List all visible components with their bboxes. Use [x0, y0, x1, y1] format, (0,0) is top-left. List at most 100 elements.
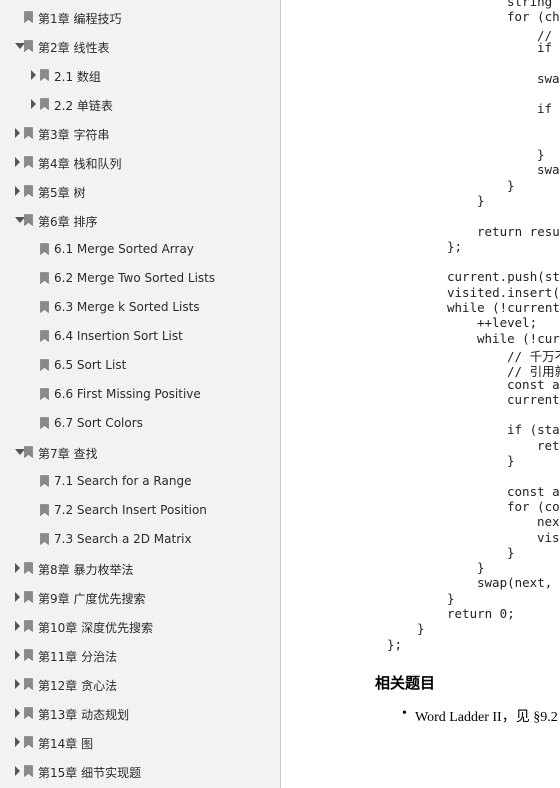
- chevron-right-icon[interactable]: [15, 563, 20, 573]
- chevron-right-icon[interactable]: [15, 128, 20, 138]
- bookmark-label: 6.2 Merge Two Sorted Lists: [54, 271, 216, 285]
- code-line: swap(next, c: [477, 575, 560, 591]
- bookmark-label: 6.4 Insertion Sort List: [54, 329, 183, 343]
- bookmark-icon: [24, 446, 33, 458]
- bookmark-icon: [40, 272, 49, 284]
- code-line: string n: [507, 0, 560, 9]
- bookmark-icon: [24, 127, 33, 139]
- bookmark-item[interactable]: 第1章 编程技巧: [0, 3, 280, 32]
- code-line: return resul: [477, 223, 560, 239]
- bookmark-label: 第4章 栈和队列: [38, 157, 122, 171]
- code-line: for (con: [507, 498, 560, 514]
- bookmark-label: 7.3 Search a 2D Matrix: [54, 532, 192, 546]
- bookmark-icon: [24, 591, 33, 603]
- bookmark-icon: [40, 98, 49, 110]
- bookmark-label: 第15章 细节实现题: [38, 766, 142, 780]
- bookmark-item[interactable]: 第13章 动态规划: [0, 699, 280, 728]
- chevron-right-icon[interactable]: [31, 70, 36, 80]
- bookmark-item[interactable]: 第12章 贪心法: [0, 670, 280, 699]
- bookmark-icon: [24, 649, 33, 661]
- code-line: if (: [537, 101, 560, 117]
- bookmark-icon: [24, 736, 33, 748]
- bookmark-label: 7.1 Search for a Range: [54, 474, 192, 488]
- bookmark-icon: [40, 330, 49, 342]
- bookmark-item[interactable]: 第4章 栈和队列: [0, 148, 280, 177]
- bookmark-icon: [40, 243, 49, 255]
- chevron-right-icon[interactable]: [15, 157, 20, 167]
- bookmark-item[interactable]: 6.2 Merge Two Sorted Lists: [0, 264, 280, 293]
- chevron-right-icon[interactable]: [15, 708, 20, 718]
- code-line: current.: [507, 391, 560, 407]
- code-line: };: [447, 238, 463, 254]
- code-line: swap: [537, 162, 560, 178]
- bookmark-item[interactable]: 第10章 深度优先搜索: [0, 612, 280, 641]
- bookmark-item[interactable]: 第14章 图: [0, 728, 280, 757]
- chevron-right-icon[interactable]: [15, 592, 20, 602]
- bookmark-label: 第6章 排序: [38, 215, 98, 229]
- bookmark-item[interactable]: 6.7 Sort Colors: [0, 409, 280, 438]
- bookmark-item[interactable]: 6.4 Insertion Sort List: [0, 322, 280, 351]
- code-line: }: [417, 621, 425, 637]
- bookmark-label: 6.6 First Missing Positive: [54, 387, 201, 401]
- bookmark-item[interactable]: 7.1 Search for a Range: [0, 467, 280, 496]
- chevron-right-icon[interactable]: [15, 621, 20, 631]
- bookmark-icon: [24, 707, 33, 719]
- chevron-right-icon[interactable]: [15, 186, 20, 196]
- code-line: next: [537, 514, 560, 530]
- related-problem-link[interactable]: Word Ladder II，见 §9.2: [415, 706, 558, 726]
- bookmark-item[interactable]: 第15章 细节实现题: [0, 757, 280, 786]
- chevron-right-icon[interactable]: [31, 99, 36, 109]
- chevron-right-icon[interactable]: [15, 650, 20, 660]
- bookmark-icon: [40, 301, 49, 313]
- code-line: }: [537, 147, 545, 162]
- bookmark-item[interactable]: 6.3 Merge k Sorted Lists: [0, 293, 280, 322]
- bookmark-icon: [40, 417, 49, 429]
- code-line: if (stat: [507, 422, 560, 438]
- code-line: ++level;: [477, 315, 538, 331]
- bookmark-item[interactable]: 第9章 广度优先搜索: [0, 583, 280, 612]
- bookmark-icon: [40, 388, 49, 400]
- bookmark-label: 6.5 Sort List: [54, 358, 127, 372]
- bookmark-label: 2.2 单链表: [54, 99, 113, 113]
- bookmark-label: 第9章 广度优先搜索: [38, 592, 146, 606]
- bookmark-icon: [40, 69, 49, 81]
- bookmark-icon: [24, 214, 33, 226]
- bookmark-item[interactable]: 第6章 排序: [0, 206, 280, 235]
- bookmark-item[interactable]: 2.1 数组: [0, 61, 280, 90]
- bookmark-item[interactable]: 第3章 字符串: [0, 119, 280, 148]
- bookmark-label: 第10章 深度优先搜索: [38, 621, 154, 635]
- chevron-right-icon[interactable]: [15, 766, 20, 776]
- bookmark-item[interactable]: 2.2 单链表: [0, 90, 280, 119]
- bookmark-label: 7.2 Search Insert Position: [54, 503, 207, 517]
- bookmark-label: 第8章 暴力枚举法: [38, 563, 134, 577]
- bookmark-icon: [40, 475, 49, 487]
- bookmark-item[interactable]: 第2章 线性表: [0, 32, 280, 61]
- bookmark-item[interactable]: 第7章 查找: [0, 438, 280, 467]
- bookmark-label: 6.1 Merge Sorted Array: [54, 242, 194, 256]
- code-line: }: [477, 560, 485, 576]
- bookmark-item[interactable]: 6.6 First Missing Positive: [0, 380, 280, 409]
- chevron-right-icon[interactable]: [15, 679, 20, 689]
- bookmark-item[interactable]: 第8章 暴力枚举法: [0, 554, 280, 583]
- code-line: while (!current.: [447, 300, 560, 315]
- bookmark-item[interactable]: 6.1 Merge Sorted Array: [0, 235, 280, 264]
- chevron-right-icon[interactable]: [15, 737, 20, 747]
- bookmark-label: 第2章 线性表: [38, 41, 110, 55]
- bookmark-item[interactable]: 第5章 树: [0, 177, 280, 206]
- code-line: }: [507, 177, 515, 193]
- bookmark-item[interactable]: 第11章 分治法: [0, 641, 280, 670]
- bookmark-icon: [24, 185, 33, 197]
- bookmark-label: 第7章 查找: [38, 447, 98, 461]
- bookmark-item[interactable]: 7.3 Search a 2D Matrix: [0, 525, 280, 554]
- bookmark-icon: [40, 533, 49, 545]
- bookmark-label: 第11章 分治法: [38, 650, 118, 664]
- code-line: const au: [507, 376, 560, 392]
- bookmark-item[interactable]: 7.2 Search Insert Position: [0, 496, 280, 525]
- bookmarks-sidebar: 第1章 编程技巧第2章 线性表 2.1 数组 2.2 单链表第3章 字符串第4章 栈…: [0, 0, 281, 788]
- bookmark-icon: [40, 359, 49, 371]
- code-line: return 0;: [447, 606, 515, 621]
- code-line: swap: [537, 70, 560, 86]
- code-line: }: [477, 192, 485, 208]
- bookmark-item[interactable]: 6.5 Sort List: [0, 351, 280, 380]
- bookmark-label: 2.1 数组: [54, 70, 101, 84]
